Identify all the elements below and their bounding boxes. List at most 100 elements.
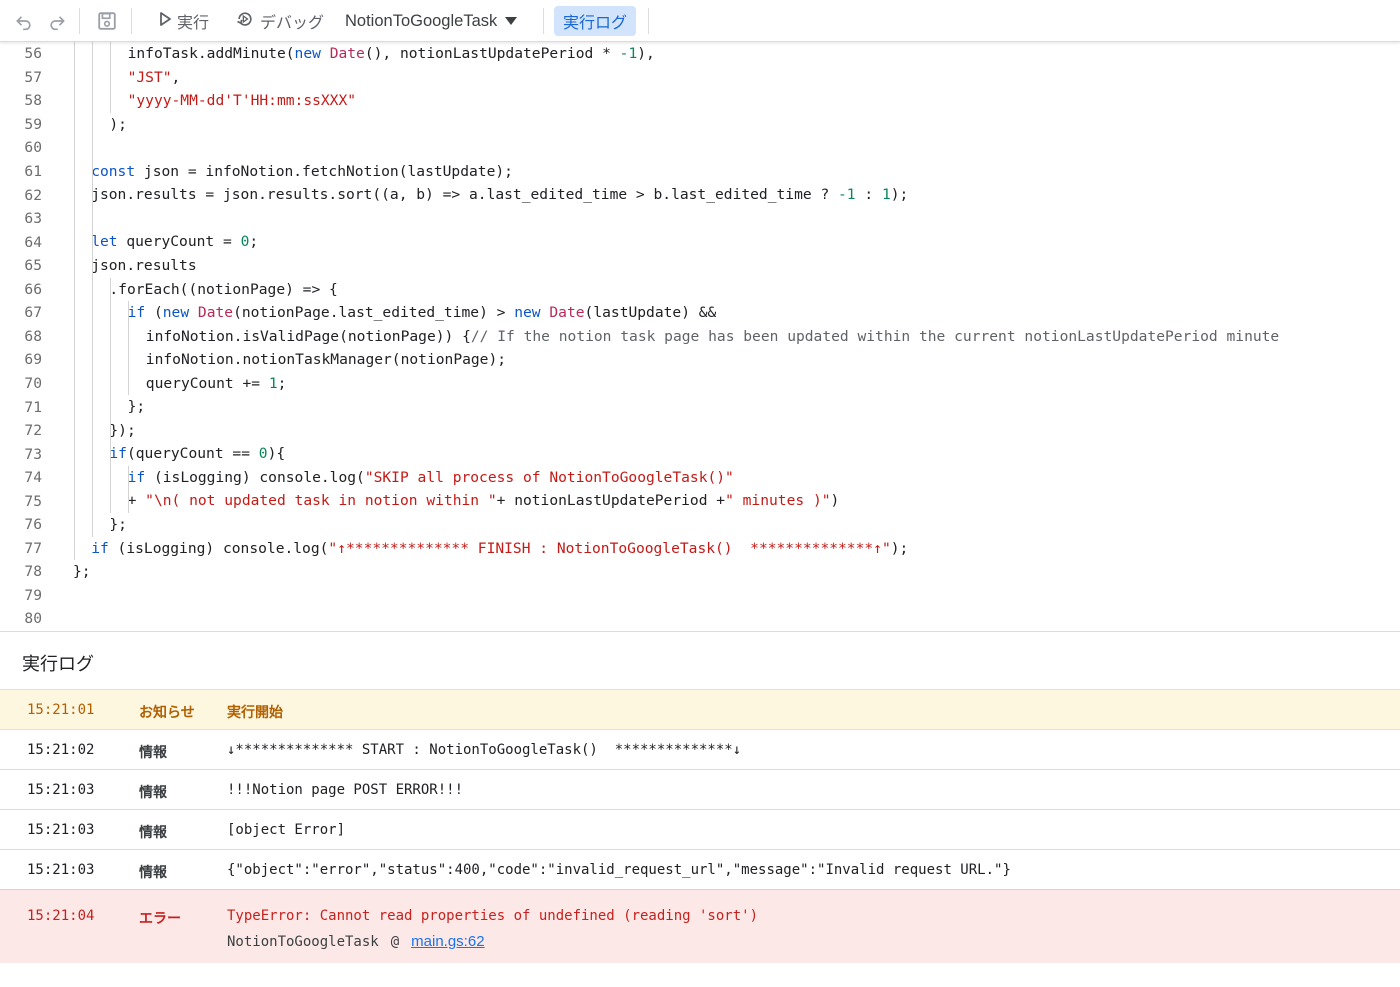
code-token: ;: [249, 233, 259, 251]
code-token: (: [145, 304, 163, 322]
code-line[interactable]: 66 .forEach((notionPage) => {: [0, 278, 1400, 302]
code-token: });: [109, 421, 136, 439]
code-token: new: [162, 304, 190, 322]
code-line[interactable]: 73 if(queryCount == 0){: [0, 442, 1400, 466]
log-message: {"object":"error","status":400,"code":"i…: [227, 862, 1011, 878]
code-token: +: [127, 492, 146, 510]
play-icon: [158, 11, 172, 32]
code-editor[interactable]: 56 infoTask.addMinute(new Date(), notionL…: [0, 42, 1400, 631]
code-text: queryCount += 1;: [146, 372, 287, 396]
code-text: if (isLogging) console.log("SKIP all pro…: [128, 466, 734, 490]
log-entry: 15:21:03 情報 {"object":"error","status":400…: [0, 850, 1400, 890]
code-line[interactable]: 78};: [0, 560, 1400, 584]
code-text: infoTask.addMinute(new Date(), notionLas…: [128, 42, 655, 66]
line-number: 77: [24, 539, 42, 557]
code-line[interactable]: 59);: [0, 113, 1400, 137]
code-token: ),: [637, 45, 655, 62]
line-number: 56: [24, 45, 42, 63]
log-entry: 15:21:03 情報 [object Error]: [0, 810, 1400, 850]
code-line[interactable]: 75 + "\n( not updated task in notion with…: [0, 489, 1400, 513]
code-token: infoTask.addMinute(: [127, 45, 295, 62]
code-token: );: [890, 539, 909, 557]
log-entry: 15:21:03 情報 !!!Notion page POST ERROR!!!: [0, 770, 1400, 810]
code-line[interactable]: 65 json.results: [0, 254, 1400, 278]
line-number: 71: [24, 398, 42, 416]
code-token: Date: [329, 45, 365, 62]
line-number: 76: [24, 516, 42, 534]
code-line[interactable]: 68 infoNotion.isValidPage(notionPage)) {/…: [0, 325, 1400, 349]
code-token: const: [91, 162, 136, 180]
code-line[interactable]: 62 json.results = json.results.sort((a, b…: [0, 183, 1400, 207]
code-line[interactable]: 74 if (isLogging) console.log("SKIP all p…: [0, 466, 1400, 490]
code-line[interactable]: 64 let queryCount = 0;: [0, 230, 1400, 254]
code-line[interactable]: 63: [0, 207, 1400, 231]
code-line[interactable]: 56 infoTask.addMinute(new Date(), notionL…: [0, 42, 1400, 66]
code-text: const json = infoNotion.fetchNotion(last…: [91, 160, 513, 184]
log-time: 15:21:04: [27, 908, 95, 924]
code-line[interactable]: 57 "JST",: [0, 66, 1400, 90]
stack-location-link[interactable]: main.gs:62: [411, 933, 484, 950]
code-text: + "\n( not updated task in notion within…: [128, 489, 840, 513]
line-number: 80: [24, 610, 42, 628]
undo-icon[interactable]: [12, 9, 36, 33]
line-number: 73: [24, 445, 42, 463]
indent-guide: [91, 42, 93, 537]
code-token: // If the notion task page has been upda…: [470, 327, 1280, 345]
log-level: 情報: [139, 744, 167, 760]
debug-label: デバッグ: [260, 15, 325, 32]
run-label: 実行: [177, 15, 210, 32]
toolbar-divider: [79, 8, 80, 34]
code-line[interactable]: 70 queryCount += 1;: [0, 372, 1400, 396]
log-time: 15:21:01: [27, 702, 95, 718]
code-line[interactable]: 71};: [0, 395, 1400, 419]
log-time: 15:21:03: [27, 862, 95, 878]
redo-icon[interactable]: [45, 9, 69, 33]
code-text: };: [109, 513, 127, 537]
line-number: 68: [24, 327, 42, 345]
code-token: Date: [197, 304, 234, 322]
code-token: 0: [258, 445, 268, 463]
code-token: infoNotion.isValidPage(notionPage)) {: [145, 327, 471, 345]
code-line[interactable]: 80: [0, 607, 1400, 631]
code-token: ;: [277, 374, 287, 392]
code-token: (lastUpdate) &&: [584, 304, 717, 322]
log-time: 15:21:02: [27, 742, 95, 758]
code-line[interactable]: 58 "yyyy-MM-dd'T'HH:mm:ssXXX": [0, 89, 1400, 113]
execution-log-button[interactable]: 実行ログ: [554, 6, 637, 36]
code-token: .forEach((notionPage) => {: [109, 280, 338, 298]
code-token: Date: [549, 304, 585, 322]
function-select-value: NotionToGoogleTask: [345, 11, 498, 30]
indent-guide: [128, 465, 130, 513]
code-line[interactable]: 69 infoNotion.notionTaskManager(notionPag…: [0, 348, 1400, 372]
code-line[interactable]: 67 if (new Date(notionPage.last_edited_ti…: [0, 301, 1400, 325]
code-token: queryCount =: [117, 233, 241, 251]
log-level: お知らせ: [139, 704, 195, 720]
code-line[interactable]: 76};: [0, 513, 1400, 537]
code-line[interactable]: 60: [0, 136, 1400, 160]
code-text: if (new Date(notionPage.last_edited_time…: [128, 301, 717, 325]
code-token: :: [855, 186, 882, 204]
code-token: infoNotion.notionTaskManager(notionPage)…: [145, 351, 507, 369]
function-select[interactable]: NotionToGoogleTask: [341, 7, 522, 35]
code-line[interactable]: 79: [0, 584, 1400, 608]
toolbar-divider: [131, 8, 132, 34]
code-token: 1: [881, 186, 891, 204]
code-line[interactable]: 61 const json = infoNotion.fetchNotion(la…: [0, 160, 1400, 184]
debug-button[interactable]: デバッグ: [231, 7, 328, 35]
code-token: json.results: [91, 256, 197, 274]
run-button[interactable]: 実行: [154, 7, 213, 35]
code-text: "yyyy-MM-dd'T'HH:mm:ssXXX": [128, 89, 356, 113]
save-icon[interactable]: [95, 9, 119, 33]
line-number: 64: [24, 233, 42, 251]
code-text: };: [73, 560, 91, 584]
code-token: -1: [619, 45, 638, 62]
code-text: if (isLogging) console.log("↑***********…: [91, 537, 908, 561]
code-token: json.results = json.results.sort((a, b) …: [91, 186, 839, 204]
code-token: "↑************** FINISH : NotionToGoogle…: [328, 539, 891, 557]
code-line[interactable]: 77 if (isLogging) console.log("↑*********…: [0, 537, 1400, 561]
code-text: "JST",: [128, 66, 181, 90]
log-level: 情報: [139, 864, 167, 880]
code-line[interactable]: 72});: [0, 419, 1400, 443]
